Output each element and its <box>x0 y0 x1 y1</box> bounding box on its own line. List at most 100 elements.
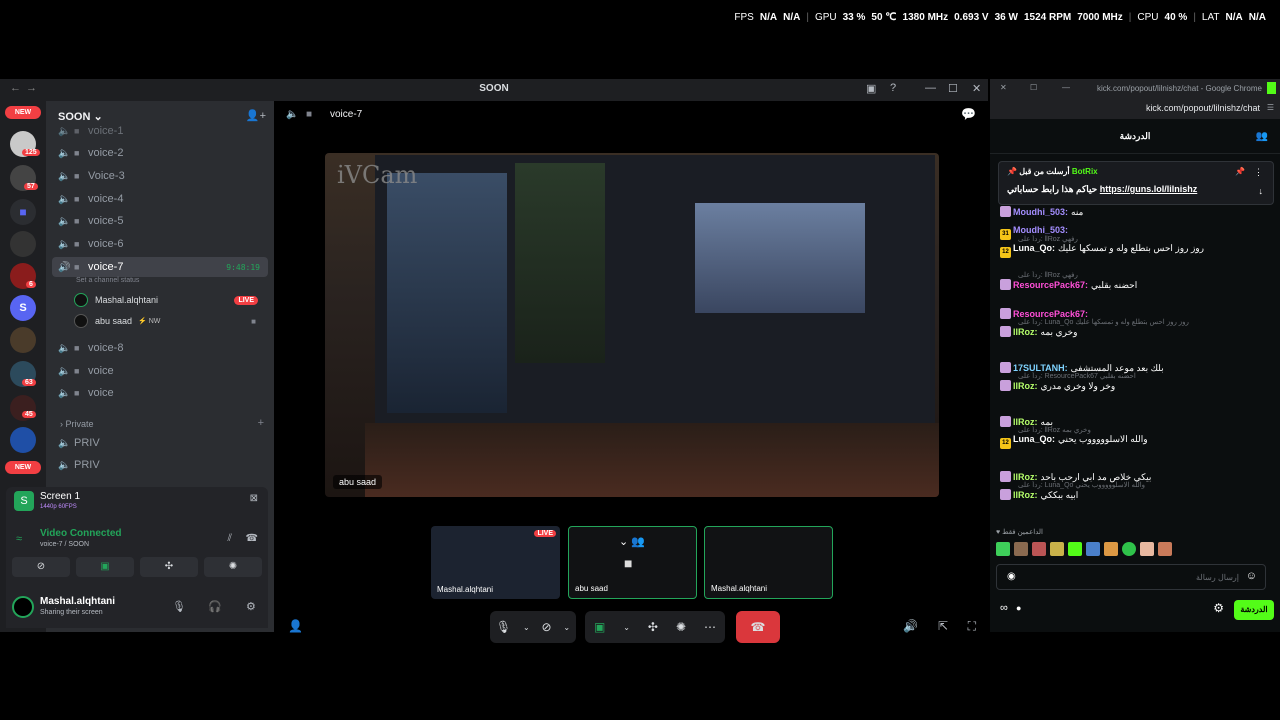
emote[interactable] <box>1068 542 1082 556</box>
participant-tile[interactable]: LIVE Mashal.alqhtani <box>431 526 560 599</box>
avatar[interactable] <box>12 596 34 618</box>
circle-icon[interactable]: ◉ <box>1007 571 1016 582</box>
chat-username[interactable]: llRoz: <box>1013 327 1038 337</box>
server-icon[interactable] <box>10 231 36 257</box>
fullscreen-icon[interactable]: ⛶ <box>968 619 976 634</box>
participant-tile[interactable]: Mashal.alqhtani <box>704 526 833 599</box>
voice-channel[interactable]: 🔈 ■ voice-6 <box>52 234 268 254</box>
more-vertical-icon[interactable]: ⋮ <box>1254 167 1263 178</box>
toggle-camera-button[interactable]: ⊘ <box>12 557 70 577</box>
disconnect-icon[interactable]: ☎ <box>246 533 258 544</box>
voice-channel[interactable]: 🔈 ■ Voice-3 <box>52 166 268 186</box>
soundboard-button[interactable]: ✺ <box>204 557 262 577</box>
reply-context[interactable]: رداً على: llRoz رفهي <box>1018 235 1272 243</box>
screen-share-icon[interactable]: ▣ <box>594 620 605 634</box>
inbox-icon[interactable]: ▣ <box>866 82 876 95</box>
chat-username[interactable]: ResourcePack67: <box>1013 280 1088 290</box>
voice-channel[interactable]: 🔈 ■ voice <box>52 361 268 381</box>
reply-context[interactable]: رداً على: Luna_Qo روز روز احس بتطلع وله … <box>1018 318 1272 326</box>
settings-gear-icon[interactable]: ⚙ <box>1213 601 1224 615</box>
settings-gear-icon[interactable]: ⚙ <box>246 600 256 613</box>
disconnect-button[interactable]: ☎ <box>736 611 780 643</box>
voice-member[interactable]: abu saad ⚡ NW ■ <box>74 312 264 330</box>
emote[interactable] <box>996 542 1010 556</box>
close-icon[interactable]: ✕ <box>1000 83 1007 92</box>
chat-username[interactable]: Moudhi_503: <box>1013 225 1068 235</box>
chat-bubble-icon[interactable]: 💬 <box>961 107 976 121</box>
voice-channel-active[interactable]: 🔊 ■ voice-7 9:48:19 <box>52 257 268 277</box>
voice-channel[interactable]: 🔈 ■ voice-1 <box>52 121 268 141</box>
chevron-down-icon[interactable]: ⌄ <box>623 623 630 632</box>
add-channel-icon[interactable]: + <box>258 417 264 429</box>
voice-channel[interactable]: 🔈 ■ voice <box>52 383 268 403</box>
reply-context[interactable]: رداً على: ResourcePack67 احضنه بقلبي <box>1018 372 1272 380</box>
reply-context[interactable]: رداً على: llRoz وخري بمه <box>1018 426 1272 434</box>
help-icon[interactable]: ? <box>890 82 896 94</box>
more-options-icon[interactable]: ⋯ <box>704 620 716 634</box>
add-user-icon[interactable]: ⌄ 👥 <box>619 535 645 548</box>
emote[interactable] <box>1104 542 1118 556</box>
maximize-icon[interactable]: ☐ <box>948 82 958 95</box>
chat-username[interactable]: llRoz: <box>1013 381 1038 391</box>
noise-suppression-icon[interactable]: ⫽ <box>228 533 232 544</box>
emote[interactable] <box>1122 542 1136 556</box>
stop-stream-icon[interactable]: ⊠ <box>250 493 258 504</box>
stream-video[interactable]: iVCam abu saad <box>325 153 939 497</box>
users-icon[interactable]: 👥 <box>1256 119 1268 154</box>
arrow-down-icon[interactable]: ↓ <box>1259 186 1264 196</box>
users-icon[interactable]: ● <box>1016 603 1021 613</box>
private-channel[interactable]: 🔈 PRIV <box>52 455 268 475</box>
microphone-icon[interactable]: 🎙 <box>496 620 511 634</box>
infinity-icon[interactable]: ∞ <box>1000 602 1008 614</box>
server-icon[interactable] <box>10 327 36 353</box>
soundboard-icon[interactable]: ✺ <box>676 620 686 634</box>
voice-channel[interactable]: 🔈 ■ voice-5 <box>52 211 268 231</box>
chat-username[interactable]: Luna_Qo: <box>1013 434 1055 444</box>
emote[interactable] <box>1014 542 1028 556</box>
activities-icon[interactable]: ✣ <box>648 620 658 634</box>
maximize-icon[interactable]: ☐ <box>1030 83 1037 92</box>
reply-context[interactable]: رداً على: Luna_Qo والله الاسلوووووب يحني <box>1018 481 1272 489</box>
voice-member[interactable]: Mashal.alqhtani LIVE <box>74 291 264 309</box>
share-screen-button[interactable]: ▣ <box>76 557 134 577</box>
emote[interactable] <box>1140 542 1154 556</box>
chevron-down-icon[interactable]: ⌄ <box>563 623 570 632</box>
new-unreads-pill[interactable]: NEW <box>5 106 41 119</box>
emoji-icon[interactable]: ☺ <box>1246 570 1257 582</box>
minimize-icon[interactable]: — <box>1062 83 1070 92</box>
chat-username[interactable]: llRoz: <box>1013 490 1038 500</box>
voice-channel[interactable]: 🔈 ■ voice-4 <box>52 189 268 209</box>
server-icon-s[interactable]: S <box>10 295 36 321</box>
pinned-link[interactable]: https://guns.lol/lilnishz <box>1100 184 1198 194</box>
microphone-icon[interactable]: 🎙 <box>172 600 186 613</box>
emote[interactable] <box>1032 542 1046 556</box>
voice-channel[interactable]: 🔈 ■ voice-2 <box>52 143 268 163</box>
headphones-icon[interactable]: 🎧 <box>208 600 222 613</box>
tune-icon[interactable]: ☰ <box>1267 103 1274 112</box>
send-chat-button[interactable]: الدردشة <box>1234 600 1274 620</box>
emote[interactable] <box>1086 542 1100 556</box>
url-bar[interactable]: kick.com/popout/lilnishz/chat ☰ <box>990 99 1280 119</box>
server-icon[interactable] <box>10 427 36 453</box>
camera-off-icon[interactable]: ⊘ <box>541 620 551 634</box>
participant-tile[interactable]: ⌄ 👥 ■ abu saad <box>568 526 697 599</box>
emote[interactable] <box>1050 542 1064 556</box>
close-icon[interactable]: ✕ <box>972 82 981 95</box>
private-channel[interactable]: 🔈 PRIV <box>52 433 268 453</box>
popout-icon[interactable]: ⇱ <box>938 619 948 633</box>
chat-username[interactable]: Moudhi_503: <box>1013 207 1068 217</box>
connection-channel[interactable]: voice-7 / SOON <box>40 541 89 548</box>
new-unreads-pill[interactable]: NEW <box>5 461 41 474</box>
emote[interactable] <box>1158 542 1172 556</box>
category-private[interactable]: › Private <box>60 419 94 429</box>
voice-channel[interactable]: 🔈 ■ voice-8 <box>52 338 268 358</box>
chat-username[interactable]: Luna_Qo: <box>1013 243 1055 253</box>
activities-button[interactable]: ✣ <box>140 557 198 577</box>
folder-icon[interactable]: ■ <box>10 199 36 225</box>
pin-icon[interactable]: 📌 <box>1235 167 1245 176</box>
volume-icon[interactable]: 🔊 <box>903 619 918 633</box>
chevron-down-icon[interactable]: ⌄ <box>523 623 530 632</box>
channel-status-placeholder[interactable]: Set a channel status <box>76 277 139 284</box>
chat-input[interactable]: ◉ إرسال رسالة ☺ <box>996 564 1266 590</box>
invite-icon[interactable]: 👤 <box>288 619 303 633</box>
